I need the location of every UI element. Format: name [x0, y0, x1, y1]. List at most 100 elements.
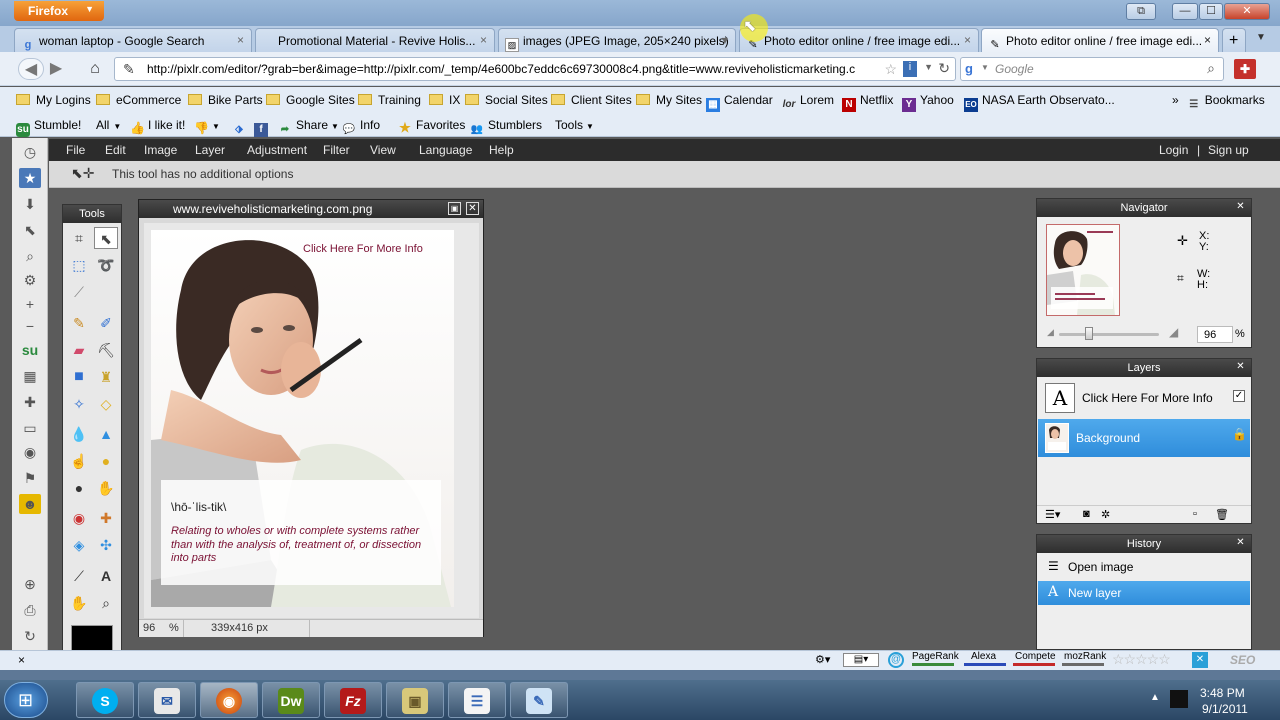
home-icon[interactable]: ⌂: [82, 58, 108, 80]
puzzle-icon[interactable]: ✚: [19, 392, 41, 412]
pinch-tool-icon[interactable]: ✣: [94, 534, 118, 556]
info-icon[interactable]: i: [903, 61, 917, 77]
stumblers-button[interactable]: 👥 Stumblers: [470, 118, 542, 137]
spot-heal-tool-icon[interactable]: ✚: [94, 507, 118, 529]
emoticon-icon[interactable]: ☻: [19, 494, 41, 514]
stamp-tool-icon[interactable]: ♜: [94, 366, 118, 388]
menu-filter[interactable]: Filter: [323, 143, 350, 157]
bookmark-nasa[interactable]: EO NASA Earth Observato...: [964, 93, 1115, 112]
close-icon[interactable]: ×: [237, 33, 244, 47]
back-icon[interactable]: ◀: [18, 58, 44, 80]
share-button[interactable]: ➦ Share ▼: [278, 118, 339, 137]
hand-tool-icon[interactable]: ✋: [67, 592, 91, 614]
star-icon[interactable]: ★: [19, 168, 41, 188]
like-button[interactable]: 👍 I like it!: [130, 118, 185, 135]
flag-icon[interactable]: ⚑: [19, 468, 41, 488]
zoom-input[interactable]: 96: [143, 622, 155, 634]
cursor-icon[interactable]: ⬉: [19, 220, 41, 240]
favorites-button[interactable]: ★ Favorites: [398, 118, 465, 135]
facebook-button[interactable]: f: [254, 118, 272, 137]
camera-icon[interactable]: ◉: [19, 442, 41, 462]
menu-view[interactable]: View: [370, 143, 396, 157]
gradient-tool-icon[interactable]: ■: [67, 366, 91, 388]
bookmark-calendar[interactable]: ▦ Calendar: [706, 93, 773, 112]
maximize-button[interactable]: ☐: [1199, 3, 1223, 20]
bookmark-google-sites[interactable]: Google Sites: [266, 93, 355, 107]
drawing-tool-icon[interactable]: ◇: [94, 393, 118, 415]
close-icon[interactable]: ✕: [1235, 362, 1246, 373]
navigator-thumbnail[interactable]: [1046, 224, 1120, 316]
cta-text[interactable]: Click Here For More Info: [303, 243, 423, 255]
history-item-new-layer[interactable]: A New layer: [1038, 581, 1250, 605]
tray-app-icon[interactable]: [1170, 690, 1188, 708]
bookmark-client-sites[interactable]: Client Sites: [551, 93, 632, 107]
info-button[interactable]: 💬 Info: [342, 118, 380, 137]
stumble-button[interactable]: su Stumble!: [16, 118, 81, 137]
navigator-zoom-input[interactable]: 96: [1197, 326, 1233, 343]
move-tool-icon[interactable]: ⬉: [94, 227, 118, 249]
layer-mask-icon[interactable]: ◙: [1083, 508, 1090, 520]
eraser-tool-icon[interactable]: ▰: [67, 339, 91, 361]
taskbar-notepad[interactable]: ✎: [510, 682, 568, 718]
window-icon[interactable]: ▭: [19, 418, 41, 438]
tab-pixlr-1[interactable]: ✎ Photo editor online / free image edi...…: [739, 28, 979, 52]
layer-style-icon[interactable]: ✲: [1101, 508, 1110, 521]
target-icon[interactable]: ⊕: [19, 574, 41, 594]
menu-language[interactable]: Language: [419, 143, 472, 157]
menu-file[interactable]: File: [66, 143, 85, 157]
dislike-button[interactable]: 👎 ▼: [194, 118, 220, 135]
forward-icon[interactable]: ▶: [46, 58, 66, 80]
gear-icon[interactable]: ⚙: [19, 270, 41, 290]
tab-pixlr-2[interactable]: ✎ Photo editor online / free image edi...…: [981, 28, 1219, 53]
menu-edit[interactable]: Edit: [105, 143, 126, 157]
tab-images[interactable]: ▨ images (JPEG Image, 205×240 pixels) ▾: [498, 28, 736, 52]
layer-row-background[interactable]: Background 🔒: [1038, 419, 1250, 457]
tab-google-search[interactable]: g woman laptop - Google Search ×: [14, 28, 252, 52]
layer-row-text[interactable]: A Click Here For More Info ✓: [1038, 379, 1250, 417]
taskbar-outlook[interactable]: ✉: [138, 682, 196, 718]
star-icon[interactable]: ☆: [884, 61, 897, 78]
bucket-tool-icon[interactable]: ⛏: [94, 339, 118, 361]
login-link[interactable]: Login: [1159, 143, 1188, 157]
foreground-color-swatch[interactable]: [71, 625, 113, 651]
adblock-icon[interactable]: ✚: [1234, 59, 1256, 79]
color-replace-tool-icon[interactable]: ✧: [67, 393, 91, 415]
rating-stars-icon[interactable]: ☆☆☆☆☆: [1112, 651, 1171, 668]
minimize-button[interactable]: —: [1172, 3, 1198, 20]
bookmark-ecommerce[interactable]: eCommerce: [96, 93, 181, 107]
url-bar[interactable]: ✎ http://pixlr.com/editor/?grab=ber&imag…: [114, 57, 956, 81]
smudge-tool-icon[interactable]: ☝: [67, 450, 91, 472]
zoom-in-icon[interactable]: ◢: [1169, 325, 1178, 339]
layer-settings-icon[interactable]: ☰▾: [1045, 508, 1060, 521]
zoom-tool-icon[interactable]: ⌕: [94, 592, 118, 614]
layer-visibility-checkbox[interactable]: ✓: [1233, 390, 1245, 402]
xmarks-icon[interactable]: ✕: [1192, 652, 1208, 668]
tag-button[interactable]: ⬗: [232, 118, 250, 137]
close-icon[interactable]: ×: [480, 33, 487, 47]
start-button[interactable]: ⊞: [4, 682, 48, 718]
minus-icon[interactable]: −: [19, 316, 41, 336]
blur-tool-icon[interactable]: 💧: [67, 423, 91, 445]
delete-layer-icon[interactable]: 🗑: [1215, 508, 1229, 521]
wand-tool-icon[interactable]: ⟋: [67, 281, 91, 303]
close-window-button[interactable]: ✕: [1224, 3, 1270, 20]
search-icon[interactable]: ⌕: [1207, 60, 1215, 77]
taskbar-document[interactable]: ☰: [448, 682, 506, 718]
taskbar-firefox[interactable]: ◉: [200, 682, 258, 718]
bookmarks-overflow[interactable]: » ☰ Bookmarks: [1172, 93, 1265, 112]
brush-tool-icon[interactable]: ✐: [94, 312, 118, 334]
taskbar-skype[interactable]: S: [76, 682, 134, 718]
bookmark-bike-parts[interactable]: Bike Parts: [188, 93, 263, 107]
zoom-out-icon[interactable]: ◢: [1047, 327, 1054, 338]
close-icon[interactable]: ×: [18, 653, 25, 667]
close-icon[interactable]: ×: [964, 33, 971, 47]
menu-image[interactable]: Image: [144, 143, 177, 157]
dodge-tool-icon[interactable]: ✋: [94, 477, 118, 499]
pagerank-tool-icon[interactable]: ▤▾: [843, 653, 879, 667]
bookmark-training[interactable]: Training: [358, 93, 421, 107]
grid-icon[interactable]: ▦: [19, 366, 41, 386]
image-canvas[interactable]: Click Here For More Info \hō-ˈlis-tik\ R…: [151, 230, 454, 607]
show-hidden-icons[interactable]: ▲: [1150, 692, 1160, 703]
download-icon[interactable]: ⬇: [19, 194, 41, 214]
taskbar-explorer[interactable]: ▣: [386, 682, 444, 718]
